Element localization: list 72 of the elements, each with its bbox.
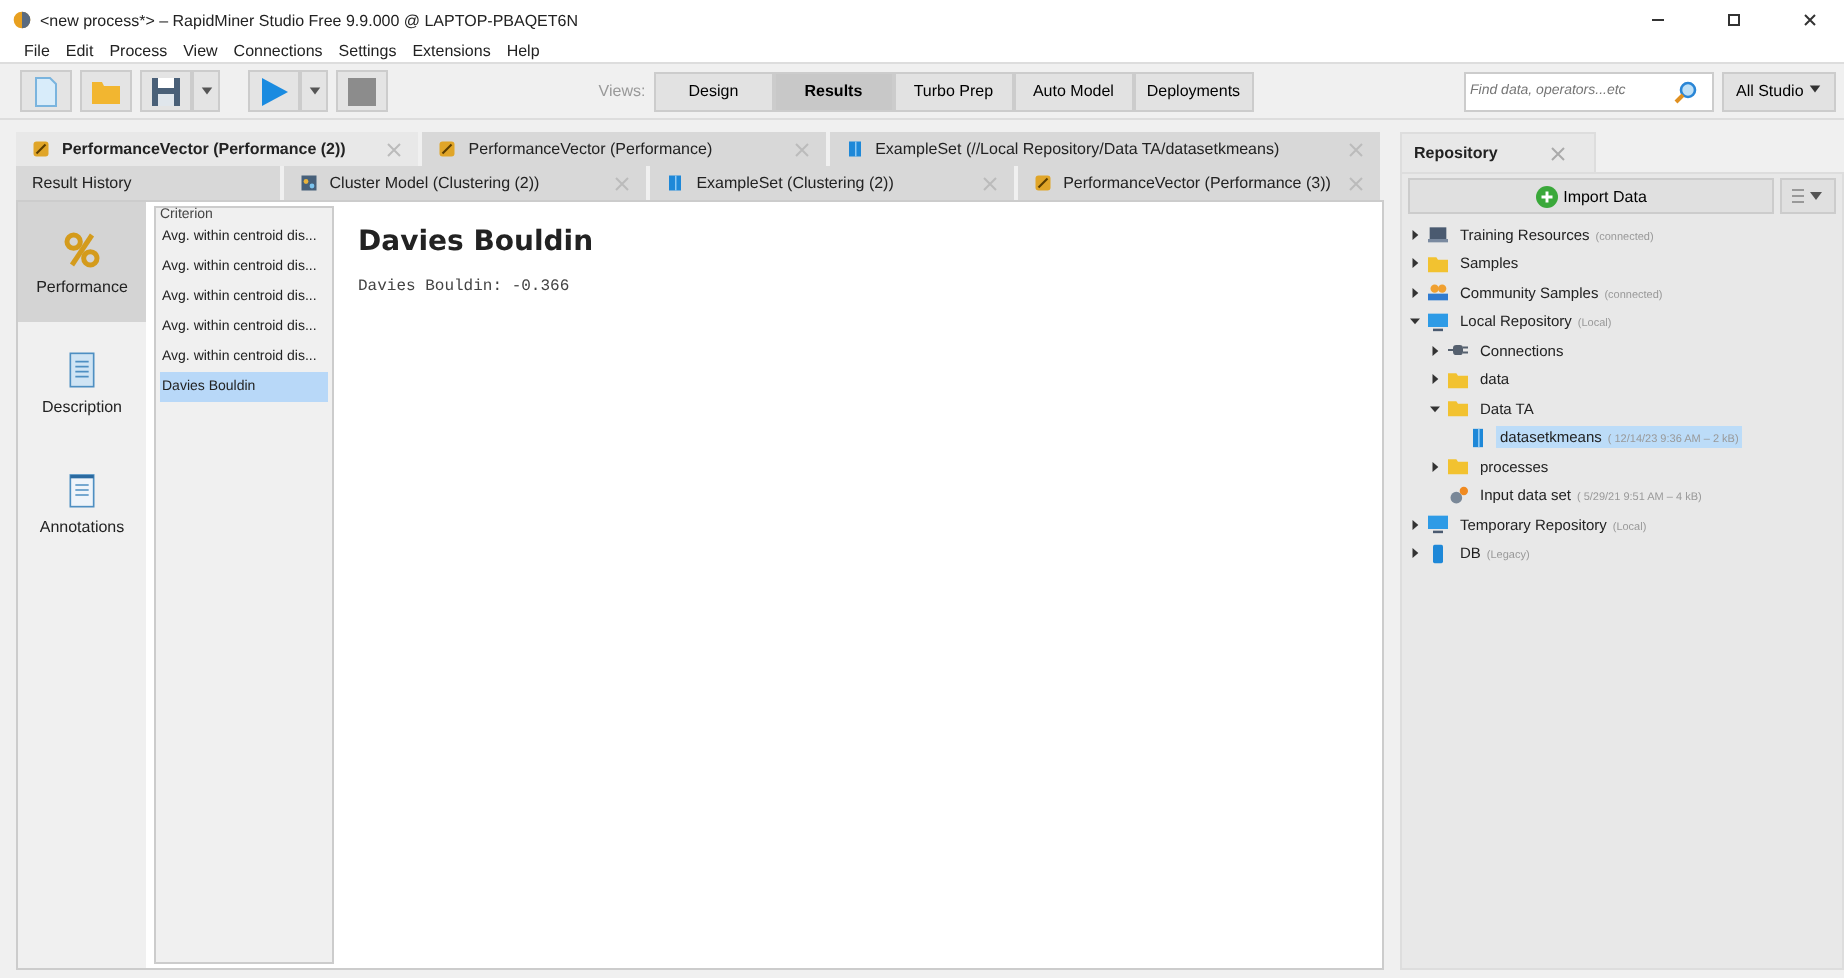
- expander-icon[interactable]: [1430, 403, 1440, 414]
- expander-icon[interactable]: [1430, 345, 1440, 356]
- close-icon[interactable]: [1800, 10, 1820, 30]
- expander-icon[interactable]: [1430, 461, 1440, 472]
- save-button[interactable]: [140, 70, 192, 112]
- caret-icon: [199, 84, 213, 98]
- result-value: Davies Bouldin: -0.366: [358, 278, 570, 296]
- run-dropdown-button[interactable]: [300, 70, 328, 112]
- search-icon: [1673, 79, 1698, 103]
- result-tab[interactable]: Result History: [16, 166, 284, 200]
- play-icon: [258, 75, 290, 107]
- menu-item[interactable]: Process: [109, 42, 168, 60]
- view-tab[interactable]: Results: [773, 71, 894, 111]
- gear-icon: [1446, 485, 1470, 506]
- plus-icon: [1535, 185, 1558, 207]
- table-icon: [845, 140, 864, 158]
- result-heading: Davies Bouldin: [358, 226, 594, 258]
- server-icon: [1426, 224, 1450, 245]
- expander-icon[interactable]: [1410, 258, 1420, 269]
- menu-item[interactable]: Connections: [233, 42, 323, 60]
- view-tab[interactable]: Turbo Prep: [893, 71, 1014, 111]
- import-data-button[interactable]: Import Data: [1408, 178, 1774, 214]
- monitor-icon: [1426, 514, 1450, 535]
- view-tab[interactable]: Deployments: [1133, 71, 1254, 111]
- folder-icon: [1446, 369, 1470, 390]
- menu-item[interactable]: Settings: [338, 42, 397, 60]
- stop-icon: [346, 75, 378, 107]
- window-title: <new process*> – RapidMiner Studio Free 9.9.000 @ LAPTOP-PBAQET6N: [40, 11, 578, 29]
- menu-icon: [1792, 188, 1824, 204]
- stop-button[interactable]: [336, 70, 388, 112]
- expander-icon[interactable]: [1410, 519, 1420, 530]
- menu-item[interactable]: Help: [506, 42, 540, 60]
- result-tab[interactable]: PerformanceVector (Performance (2)): [16, 132, 423, 166]
- menu-item[interactable]: File: [24, 42, 50, 60]
- document-icon: [30, 75, 62, 107]
- folder-icon: [1446, 456, 1470, 477]
- floppy-icon: [150, 75, 182, 107]
- plug-icon: [1446, 340, 1470, 361]
- expander-icon[interactable]: [1410, 316, 1420, 327]
- menu-button[interactable]: [1780, 178, 1836, 214]
- save-dropdown-button[interactable]: [192, 70, 220, 112]
- table-icon: [666, 174, 685, 192]
- people-icon: [1426, 282, 1450, 303]
- cluster-icon: [299, 174, 318, 192]
- expander-icon[interactable]: [1410, 548, 1420, 559]
- run-button[interactable]: [248, 70, 300, 112]
- view-button[interactable]: Description: [18, 322, 146, 442]
- caret-icon: [1808, 82, 1823, 96]
- result-tab[interactable]: ExampleSet (Clustering (2)): [650, 166, 1018, 200]
- result-tab[interactable]: Cluster Model (Clustering (2)): [283, 166, 651, 200]
- view-button[interactable]: Annotations: [18, 442, 146, 562]
- scope-dropdown[interactable]: All Studio: [1721, 71, 1837, 111]
- view-tab[interactable]: Auto Model: [1013, 71, 1134, 111]
- monitor-icon: [1426, 311, 1450, 332]
- maximize-icon[interactable]: [1724, 10, 1744, 30]
- expander-icon[interactable]: [1430, 374, 1440, 385]
- view-tab[interactable]: Design: [653, 71, 774, 111]
- app-logo-icon: [12, 10, 32, 30]
- menu-item[interactable]: Edit: [65, 42, 94, 60]
- folder-icon: [1446, 398, 1470, 419]
- expander-icon[interactable]: [1410, 287, 1420, 298]
- result-tab[interactable]: PerformanceVector (Performance): [422, 132, 830, 166]
- views-label: Views:: [598, 82, 646, 100]
- folder-icon: [1426, 253, 1450, 274]
- menu-item[interactable]: Extensions: [412, 42, 491, 60]
- caret-icon: [307, 84, 321, 98]
- repository-tab[interactable]: Repository: [1400, 132, 1596, 172]
- result-tab[interactable]: PerformanceVector (Performance (3)): [1017, 166, 1384, 200]
- expander-icon[interactable]: [1410, 229, 1420, 240]
- menu-item[interactable]: View: [183, 42, 218, 60]
- view-button[interactable]: Performance: [18, 202, 146, 322]
- result-tab[interactable]: ExampleSet (//Local Repository/Data TA/datasetkmeans): [829, 132, 1384, 166]
